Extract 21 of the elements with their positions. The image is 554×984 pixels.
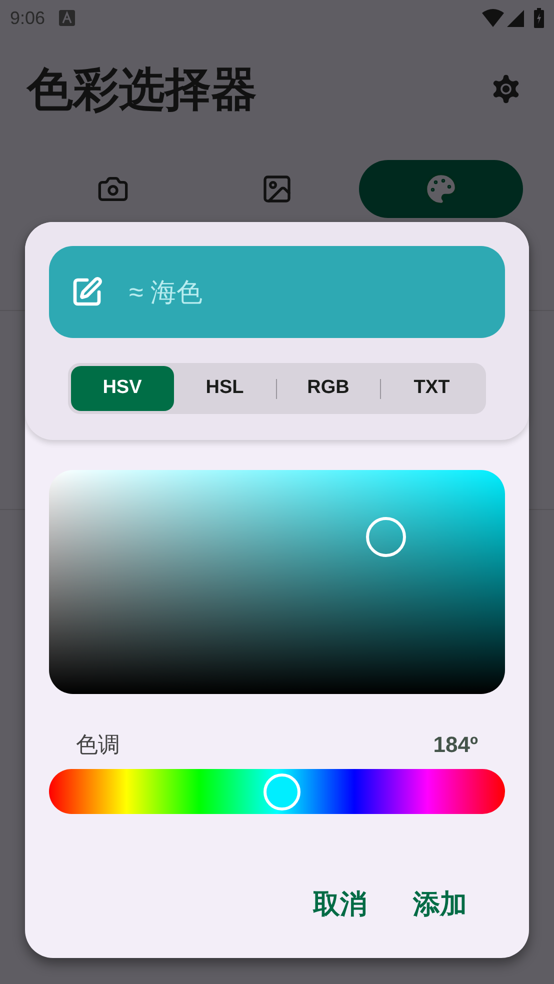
- status-time: 9:06: [10, 6, 46, 30]
- color-name-value: ≈ 海色: [129, 276, 202, 308]
- mode-tab[interactable]: HSL: [174, 366, 276, 411]
- keyboard-notification-icon: [59, 10, 76, 26]
- hue-slider-track[interactable]: [49, 769, 505, 814]
- mode-tab[interactable]: TXT: [380, 366, 483, 411]
- image-icon: [261, 173, 293, 205]
- signal-icon: [507, 10, 524, 26]
- mode-tab[interactable]: RGB: [277, 366, 380, 411]
- wifi-icon: [482, 9, 504, 27]
- picker-handle[interactable]: [366, 517, 406, 558]
- dialog-button[interactable]: 取消: [313, 884, 367, 924]
- battery-icon: [534, 8, 544, 28]
- app-title: 色彩选择器: [27, 62, 257, 116]
- edit-icon[interactable]: [71, 276, 103, 308]
- hue-label: 色调: [76, 731, 120, 759]
- saturation-brightness-area[interactable]: [49, 470, 505, 694]
- mode-tab[interactable]: HSV: [71, 366, 174, 411]
- hue-slider-thumb[interactable]: [264, 773, 301, 810]
- dialog-button[interactable]: 添加: [413, 884, 467, 924]
- hue-reading: 184º: [433, 731, 478, 759]
